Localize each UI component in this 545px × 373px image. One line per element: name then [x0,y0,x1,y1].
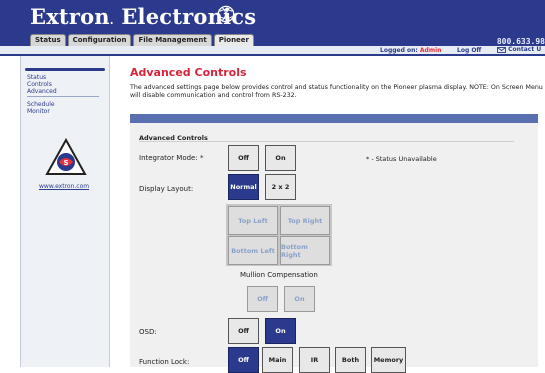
tab-configuration[interactable]: Configuration [67,34,132,46]
svg-text:S: S [63,159,68,167]
integrator-on-button[interactable]: On [265,145,296,171]
panel-heading-divider [139,141,514,142]
mullion-compensation-label: Mullion Compensation [240,271,318,279]
extron-website-link[interactable]: www.extron.com [39,183,89,190]
layout-normal-button[interactable]: Normal [228,174,259,200]
sidebar-item-advanced[interactable]: Advanced [27,88,57,95]
envelope-icon [497,46,506,53]
top-right-button[interactable]: Top Right [280,206,330,235]
layout-2x2-button[interactable]: 2 x 2 [265,174,296,200]
sidebar: Status Controls Advanced Schedule Monito… [20,56,110,367]
osd-on-button[interactable]: On [265,318,296,344]
log-off-link[interactable]: Log Off [457,47,481,54]
contact-link[interactable]: Contact U [497,46,541,53]
bottom-left-button[interactable]: Bottom Left [228,236,278,265]
lock-both-button[interactable]: Both [335,347,366,373]
brand-dot: . [109,14,114,27]
tab-status[interactable]: Status [30,34,66,46]
page-description: The advanced settings page below provide… [130,84,543,99]
phone-number: 800.633.98 [496,37,545,46]
lock-ir-button[interactable]: IR [299,347,330,373]
brand-tail: Electronics [121,4,257,29]
logged-user: Admin [419,47,442,54]
integrator-off-button[interactable]: Off [228,145,259,171]
function-lock-label: Function Lock: [139,358,190,366]
header: Extron. Electronics Status Configuration… [0,0,545,46]
globe-icon [217,5,235,23]
lock-memory-button[interactable]: Memory [371,347,406,373]
top-left-button[interactable]: Top Left [228,206,278,235]
mullion-on-button[interactable]: On [284,286,315,312]
page-title: Advanced Controls [130,66,247,79]
panel-header-bar [130,114,538,123]
status-bar: Logged on: Admin Log Off Contact U [0,46,545,56]
status-unavailable-note: * - Status Unavailable [366,155,437,163]
integrator-mode-label: Integrator Mode: * [139,154,204,162]
logged-on-label: Logged on: [380,47,418,54]
sidebar-divider [27,96,99,97]
sidebar-item-schedule[interactable]: Schedule [27,101,55,108]
sidebar-top-bar [25,68,105,71]
contact-label: Contact U [508,46,542,53]
sidebar-item-controls[interactable]: Controls [27,81,52,88]
osd-label: OSD: [139,328,157,336]
tab-pioneer[interactable]: Pioneer [213,34,255,46]
brand-name: Extron [30,4,110,29]
sidebar-item-status[interactable]: Status [27,74,46,81]
sidebar-item-monitor[interactable]: Monitor [27,108,50,115]
osd-off-button[interactable]: Off [228,318,259,344]
mullion-off-button[interactable]: Off [247,286,278,312]
tab-file-management[interactable]: File Management [133,34,212,46]
logged-on-status: Logged on: Admin [380,47,441,54]
extron-seal-icon: S [45,138,87,175]
bottom-right-button[interactable]: Bottom Right [280,236,330,265]
lock-off-button[interactable]: Off [228,347,259,373]
display-layout-label: Display Layout: [139,185,194,193]
tab-bar: Status Configuration File Management Pio… [30,34,255,46]
lock-main-button[interactable]: Main [262,347,293,373]
